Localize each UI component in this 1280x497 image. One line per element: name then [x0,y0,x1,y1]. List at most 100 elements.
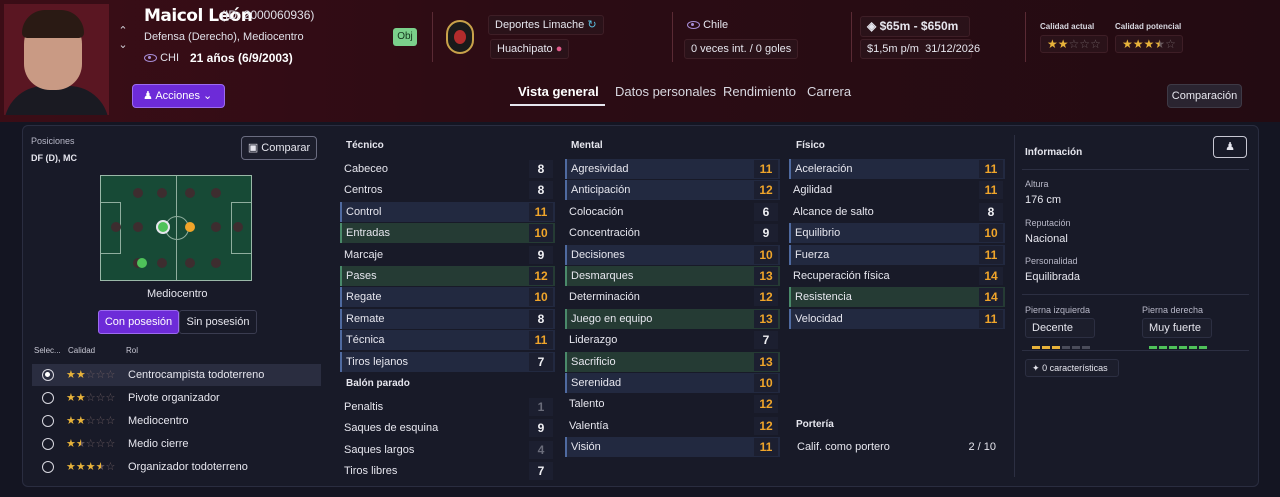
attribute-row[interactable]: Velocidad 11 [789,308,1005,329]
attribute-row[interactable]: Alcance de salto 8 [789,202,1005,222]
attribute-name: Regate [346,291,382,304]
attribute-row[interactable]: Recuperación física 14 [789,266,1005,286]
attribute-value: 12 [529,267,553,285]
radio-button[interactable] [42,415,54,427]
role-quality-stars: ★★★★☆ [66,461,116,473]
club-name: Deportes Limache [495,19,585,31]
attribute-row[interactable]: Valentía 12 [565,416,780,436]
attribute-row[interactable]: Visión 11 [565,437,780,458]
tag-icon: ◈ [867,19,877,33]
attribute-row[interactable]: Remate 8 [340,308,555,329]
attribute-row[interactable]: Técnica 11 [340,330,555,351]
attribute-row[interactable]: Fuerza 11 [789,244,1005,265]
attribute-value: 12 [754,288,778,307]
left-foot-bars [1032,336,1092,349]
person-settings-button[interactable]: ♟ [1213,136,1247,158]
pitch-role-label: Mediocentro [147,288,208,300]
tab-vista-general[interactable]: Vista general [518,84,599,99]
wage-pill: $1,5m p/m 31/12/2026 [860,39,980,59]
attribute-row[interactable]: Agresividad 11 [565,159,780,179]
role-row[interactable]: ★★☆☆☆ Mediocentro [32,410,321,432]
attribute-row[interactable]: Decisiones 10 [565,244,780,265]
attribute-value: 7 [529,462,553,481]
role-row[interactable]: ★★☆☆☆ Centrocampista todoterreno [32,364,321,386]
attribute-row[interactable]: Determinación 12 [565,287,780,307]
attribute-row[interactable]: Regate 10 [340,287,555,308]
divider [1022,294,1249,295]
traits-pill[interactable]: ✦ 0 características [1025,359,1119,377]
attribute-row[interactable]: Pases 12 [340,266,555,286]
caps-pill: 0 veces int. / 0 goles [684,39,799,59]
attribute-name: Colocación [569,205,624,218]
attribute-row[interactable]: Tiros lejanos 7 [340,351,555,372]
compare-button[interactable]: ▣ Comparar [241,136,317,160]
role-row[interactable]: ★★☆☆☆ Medio cierre [32,433,321,455]
attribute-row[interactable]: Aceleración 11 [789,159,1005,179]
club-crest-icon[interactable] [446,20,474,54]
attribute-row[interactable]: Serenidad 10 [565,373,780,393]
comparison-button[interactable]: Comparación [1167,84,1242,108]
player-nav: ⌃ ⌄ [116,24,130,52]
country-pill[interactable]: Chile [680,15,735,35]
attribute-row[interactable]: Saques de esquina 9 [340,418,555,438]
loan-club-icon: ● [555,43,563,55]
attribute-row[interactable]: Marcaje 9 [340,245,555,265]
eye-icon [144,54,157,63]
radio-button[interactable] [42,392,54,404]
attribute-row[interactable]: Entradas 10 [340,223,555,244]
attribute-name: Desmarques [571,270,634,282]
radio-button[interactable] [42,369,54,381]
attribute-row[interactable]: Centros 8 [340,180,555,200]
personality-value: Equilibrada [1025,271,1081,283]
attribute-name: Serenidad [571,377,622,389]
objective-badge[interactable]: Obj [393,28,417,46]
attribute-row[interactable]: Talento 12 [565,394,780,414]
tecnico-header: Técnico [346,140,384,151]
tab-rendimiento[interactable]: Rendimiento [723,84,796,99]
attribute-row[interactable]: Cabeceo 8 [340,159,555,179]
radio-button[interactable] [42,438,54,450]
attribute-value: 13 [754,267,778,285]
actions-button[interactable]: ♟ Acciones ⌄ [132,84,225,108]
loan-club-pill[interactable]: Huachipato ● [490,39,570,59]
chevron-down-icon[interactable]: ⌄ [116,38,130,52]
attribute-row[interactable]: Penaltis 1 [340,397,555,417]
attribute-value: 14 [979,267,1003,285]
attribute-row[interactable]: Agilidad 11 [789,180,1005,200]
attribute-row[interactable]: Resistencia 14 [789,287,1005,308]
tab-datos-personales[interactable]: Datos personales [615,84,716,99]
fisico-header: Físico [796,140,825,151]
club-pill[interactable]: Deportes Limache ↻ [488,15,604,35]
divider [672,12,673,62]
tab-carrera[interactable]: Carrera [807,84,851,99]
divider [1025,12,1026,62]
attribute-row[interactable]: Control 11 [340,201,555,222]
attribute-name: Tiros lejanos [346,355,408,368]
role-row[interactable]: ★★☆☆☆ Pivote organizador [32,387,321,409]
attribute-row[interactable]: Liderazgo 7 [565,330,780,350]
attribute-row[interactable]: Juego en equipo 13 [565,308,780,329]
reputation-label: Reputación [1025,218,1071,228]
attribute-row[interactable]: Desmarques 13 [565,266,780,286]
attribute-row[interactable]: Saques largos 4 [340,440,555,460]
chevron-up-icon[interactable]: ⌃ [116,24,130,38]
role-name: Organizador todoterreno [128,461,248,473]
value-pill[interactable]: ◈ $65m - $650m [860,16,970,37]
attribute-value: 12 [754,416,778,435]
attribute-row[interactable]: Anticipación 12 [565,180,780,201]
position-dot-orange [185,222,195,232]
without-possession-toggle[interactable]: Sin posesión [179,310,257,334]
radio-button[interactable] [42,461,54,473]
attribute-row[interactable]: Equilibrio 10 [789,223,1005,244]
with-possession-toggle[interactable]: Con posesión [98,310,179,334]
player-photo [4,4,109,115]
role-row[interactable]: ★★★★☆ Organizador todoterreno [32,456,321,478]
role-quality-stars: ★★☆☆☆ [66,438,116,450]
positions-value: DF (D), MC [31,153,77,163]
position-dot-selected [156,220,170,234]
attribute-row[interactable]: Colocación 6 [565,202,780,222]
attribute-row[interactable]: Tiros libres 7 [340,461,555,481]
attribute-row[interactable]: Sacrificio 13 [565,351,780,372]
attribute-row[interactable]: Concentración 9 [565,223,780,243]
attribute-value: 11 [754,438,778,457]
